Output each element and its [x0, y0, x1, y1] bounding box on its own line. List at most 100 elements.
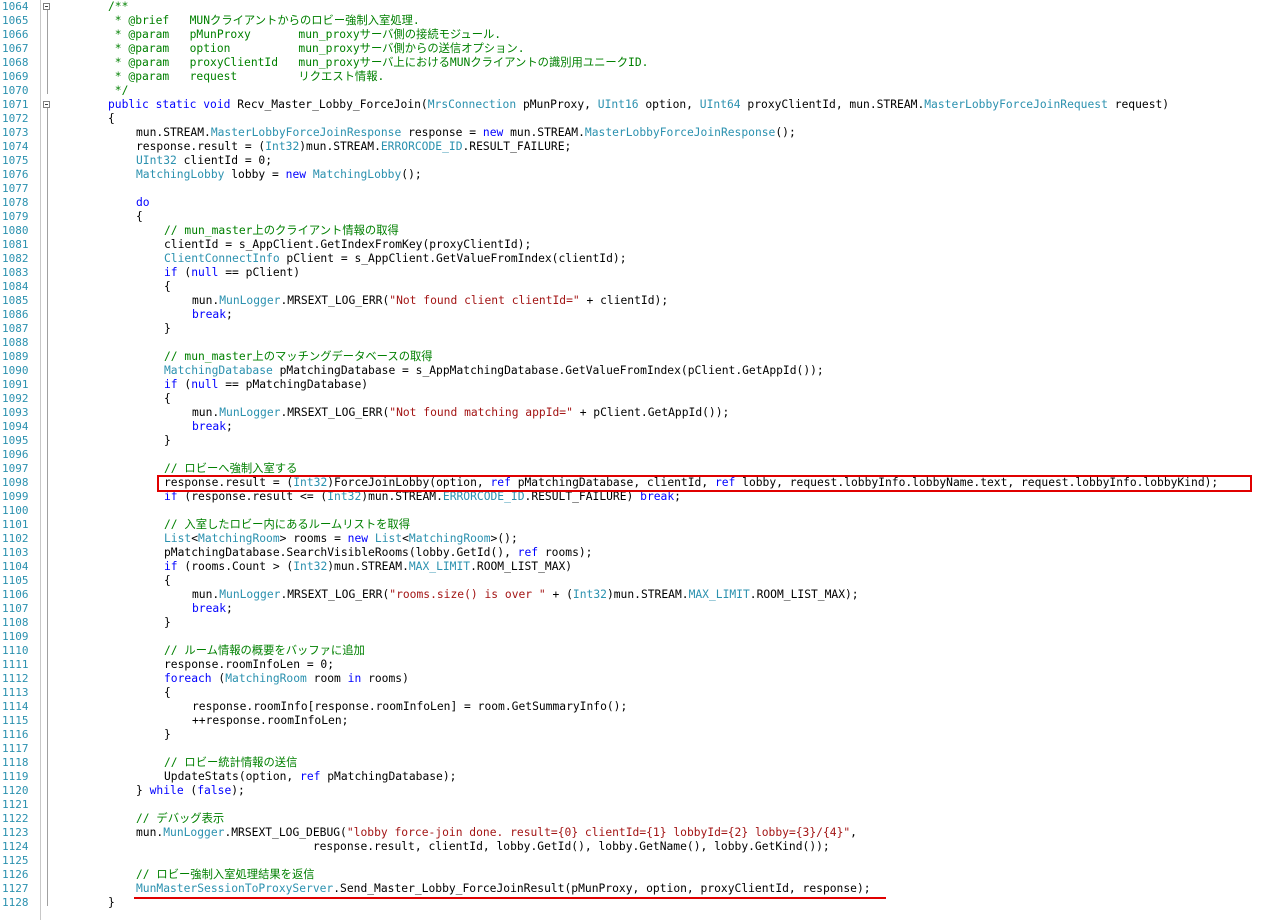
code-token: ;: [226, 602, 233, 615]
code-token: ;: [226, 420, 233, 433]
code-line: 1093 mun.MunLogger.MRSEXT_LOG_ERR("Not fo…: [0, 406, 1268, 420]
code-line: 1127 MunMasterSessionToProxyServer.Send_M…: [0, 882, 1268, 896]
code-line: 1091 if (null == pMatchingDatabase): [0, 378, 1268, 392]
code-text: mun.MunLogger.MRSEXT_LOG_ERR("Not found …: [192, 406, 729, 420]
code-token: MAX_LIMIT: [408, 560, 471, 573]
code-token: response.result, clientId, lobby.GetId()…: [136, 840, 830, 853]
line-number: 1069: [2, 70, 29, 83]
code-text: mun.MunLogger.MRSEXT_LOG_ERR("rooms.size…: [192, 588, 859, 602]
line-number: 1090: [2, 364, 29, 377]
code-token: .MRSEXT_LOG_ERR(: [280, 406, 390, 419]
line-number: 1101: [2, 518, 29, 531]
code-text: * @param proxyClientId mun_proxyサーバ上における…: [108, 56, 649, 70]
code-token: MAX_LIMIT: [688, 588, 750, 601]
code-text: MunMasterSessionToProxyServer.Send_Maste…: [136, 882, 871, 896]
line-number: 1084: [2, 280, 29, 293]
code-line: 1111 response.roomInfoLen = 0;: [0, 658, 1268, 672]
line-number: 1128: [2, 896, 29, 909]
code-line: 1078 do: [0, 196, 1268, 210]
line-number: 1125: [2, 854, 29, 867]
code-token: rooms);: [538, 546, 593, 559]
code-line: 1075 UInt32 clientId = 0;: [0, 154, 1268, 168]
code-token: )mun.STREAM.: [327, 560, 409, 573]
code-token: "rooms.size() is over ": [389, 588, 546, 601]
code-token: )mun.STREAM.: [606, 588, 689, 601]
code-token: // ロビー統計情報の送信: [164, 756, 298, 769]
code-token: {: [164, 574, 171, 587]
code-text: clientId = s_AppClient.GetIndexFromKey(p…: [164, 238, 531, 252]
code-token: == pClient): [218, 266, 301, 279]
code-token: }: [108, 896, 115, 909]
line-number: 1102: [2, 532, 29, 545]
code-text: }: [108, 896, 115, 910]
code-line: 1119 UpdateStats(option, ref pMatchingDat…: [0, 770, 1268, 784]
code-token: MatchingLobby: [312, 168, 402, 181]
code-token: mun.: [192, 406, 220, 419]
code-line: 1114 response.roomInfo[response.roomInfoL…: [0, 700, 1268, 714]
code-token: {: [164, 392, 171, 405]
line-number: 1116: [2, 728, 29, 741]
code-text: break;: [192, 308, 233, 322]
code-text: } while (false);: [136, 784, 245, 798]
code-token: {: [108, 112, 115, 125]
code-text: */: [108, 84, 129, 98]
code-token: "lobby force-join done. result={0} clien…: [346, 826, 851, 839]
code-token: (: [177, 378, 192, 391]
code-token: request): [1107, 98, 1170, 111]
highlight-box-forcejoin: [157, 475, 1252, 492]
code-line: 1081 clientId = s_AppClient.GetIndexFromK…: [0, 238, 1268, 252]
code-text: {: [108, 112, 115, 126]
line-number: 1082: [2, 252, 29, 265]
code-line: 1110 // ルーム情報の概要をバッファに追加: [0, 644, 1268, 658]
code-text: if (rooms.Count > (Int32)mun.STREAM.MAX_…: [164, 560, 572, 574]
line-number: 1064: [2, 0, 29, 13]
code-token: in: [347, 672, 362, 685]
code-token: new: [347, 532, 369, 545]
code-line: 1122 // デバッグ表示: [0, 812, 1268, 826]
code-text: // 入室したロビー内にあるルームリストを取得: [164, 518, 410, 532]
code-token: <: [191, 532, 199, 545]
code-token: <: [402, 532, 409, 545]
code-editor[interactable]: 1064/** 1065 * @brief MUNクライアントからのロビー強制入室…: [0, 0, 1268, 920]
line-number: 1089: [2, 350, 29, 363]
code-text: * @param option mun_proxyサーバ側からの送信オプション.: [108, 42, 525, 56]
code-text: UInt32 clientId = 0;: [136, 154, 272, 168]
code-token: MatchingRoom: [198, 532, 280, 545]
code-text: {: [164, 280, 171, 294]
line-number: 1118: [2, 756, 29, 769]
line-number: 1071: [2, 98, 29, 111]
code-text: {: [136, 210, 143, 224]
code-text: public static void Recv_Master_Lobby_For…: [108, 98, 1169, 112]
highlight-underline-send-result: [134, 897, 886, 899]
code-token: (: [211, 672, 226, 685]
code-token: room: [306, 672, 348, 685]
code-text: MatchingLobby lobby = new MatchingLobby(…: [136, 168, 422, 182]
line-number: 1100: [2, 504, 29, 517]
code-token: * @param pMunProxy mun_proxyサーバ側の接続モジュール…: [108, 28, 502, 41]
code-token: List: [164, 532, 192, 545]
code-line: 1105 {: [0, 574, 1268, 588]
code-token: );: [231, 784, 245, 797]
code-token: }: [136, 784, 150, 797]
code-token: mun.: [136, 826, 164, 839]
code-line: 1109: [0, 630, 1268, 644]
code-text: mun.MunLogger.MRSEXT_LOG_DEBUG("lobby fo…: [136, 826, 857, 840]
code-token: mun.: [192, 588, 220, 601]
code-token: Int32: [265, 140, 300, 153]
code-token: option,: [638, 98, 700, 111]
line-number: 1122: [2, 812, 29, 825]
code-text: }: [164, 434, 171, 448]
code-token: .MRSEXT_LOG_ERR(: [280, 588, 390, 601]
code-text: {: [164, 392, 171, 406]
code-token: ++response.roomInfoLen;: [192, 714, 349, 727]
code-text: {: [164, 686, 171, 700]
code-token: Int32: [572, 588, 607, 601]
code-token: MatchingLobby: [136, 168, 225, 181]
code-token: ref: [300, 770, 321, 783]
code-line: 1124 response.result, clientId, lobby.Ge…: [0, 840, 1268, 854]
line-number: 1065: [2, 14, 29, 27]
code-text: response.result = (Int32)mun.STREAM.ERRO…: [136, 140, 571, 154]
code-token: ref: [517, 546, 539, 559]
code-token: pMunProxy,: [516, 98, 598, 111]
